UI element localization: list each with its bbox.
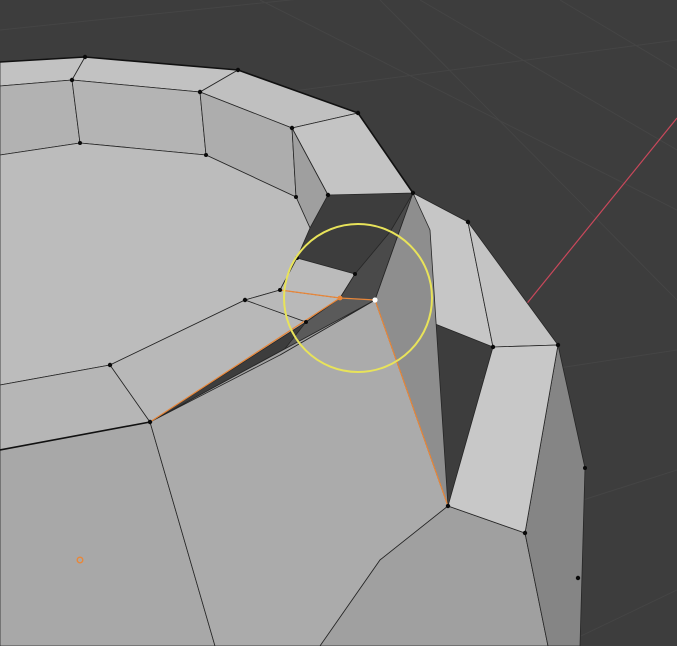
selected-vertex[interactable] [337, 295, 343, 301]
mesh-face[interactable] [71, 79, 207, 156]
x-axis-line [519, 117, 677, 313]
mesh-object[interactable] [0, 54, 587, 646]
viewport-canvas[interactable] [0, 0, 677, 646]
3d-viewport[interactable] [0, 0, 677, 646]
mesh-face[interactable] [0, 79, 81, 156]
active-vertex[interactable] [372, 297, 378, 303]
